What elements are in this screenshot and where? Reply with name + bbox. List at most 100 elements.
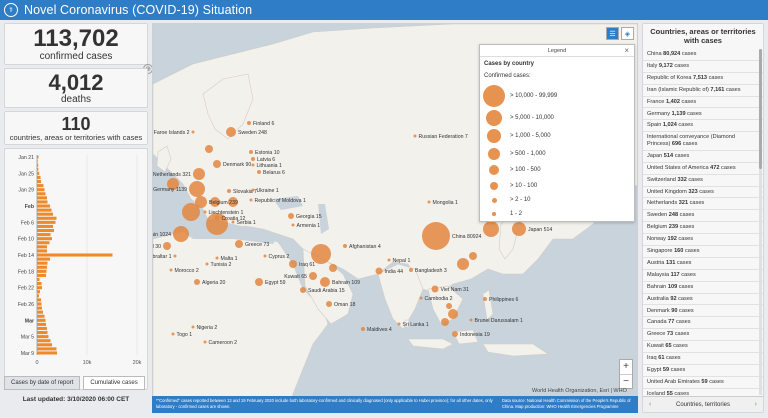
bar-feb-24[interactable] <box>37 294 39 298</box>
bar-feb-8[interactable] <box>37 228 54 233</box>
bubble-mongolia[interactable] <box>427 200 431 204</box>
country-list-item[interactable]: Norway 192 cases <box>643 234 763 246</box>
bar-mar-2[interactable] <box>37 322 46 326</box>
bubble-cyprus[interactable] <box>263 254 267 258</box>
bar-feb-16[interactable] <box>37 261 48 265</box>
bar-feb-20[interactable] <box>37 277 40 282</box>
bar-jan-23[interactable] <box>37 163 39 167</box>
bubble-maldives[interactable] <box>361 327 365 331</box>
bubble-iran[interactable] <box>311 244 331 264</box>
bar-jan-21[interactable] <box>37 155 39 159</box>
bubble-georgia[interactable] <box>288 213 294 219</box>
country-list-item[interactable]: Canada 77 cases <box>643 317 763 330</box>
bar-feb-13[interactable] <box>37 249 47 253</box>
bar-mar-6[interactable] <box>37 339 51 343</box>
bar-mar-1[interactable] <box>37 318 46 322</box>
bubble-denmark[interactable] <box>213 160 221 168</box>
bubble-belarus[interactable] <box>257 170 261 174</box>
bar-feb-10[interactable] <box>37 237 52 241</box>
bubble-latvia[interactable] <box>251 157 255 161</box>
bar-feb-14[interactable] <box>37 253 113 257</box>
bar-feb-1[interactable] <box>37 200 48 204</box>
country-list-item[interactable]: International conveyance (Diamond Prince… <box>643 132 763 151</box>
bubble-belgium[interactable] <box>195 196 207 208</box>
bar-feb-27[interactable] <box>37 306 42 310</box>
bubble-croatia[interactable] <box>214 215 220 221</box>
bar-jan-22[interactable] <box>37 159 38 163</box>
bar-feb-23[interactable] <box>37 290 40 294</box>
bar-feb-28[interactable] <box>37 310 43 314</box>
bubble-tunisia[interactable] <box>205 262 209 266</box>
bubble-greece[interactable] <box>235 240 243 248</box>
bar-feb-3[interactable] <box>37 208 52 212</box>
bubble-nepal[interactable] <box>387 258 391 262</box>
bar-feb-5[interactable] <box>37 216 57 220</box>
country-list-item[interactable]: Belgium 239 cases <box>643 222 763 235</box>
bar-mar-5[interactable] <box>37 335 49 339</box>
country-list-item[interactable]: Iraq 61 cases <box>643 353 763 365</box>
bubble-malta[interactable] <box>215 256 219 260</box>
legend-toggle-icon[interactable]: ☰ <box>606 27 619 40</box>
bubble-slovakia[interactable] <box>227 189 231 193</box>
bubble-finland[interactable] <box>247 121 251 125</box>
bar-feb-29[interactable] <box>37 314 45 318</box>
bar-feb-17[interactable] <box>37 265 47 269</box>
country-list-item[interactable]: Germany 1,139 cases <box>643 108 763 121</box>
bar-jan-24[interactable] <box>37 167 39 171</box>
bar-jan-29[interactable] <box>37 188 45 192</box>
bubble-germany[interactable] <box>189 181 205 197</box>
country-list-item[interactable]: United Arab Emirates 59 cases <box>643 377 763 389</box>
bubble-hong-kong[interactable] <box>457 258 469 270</box>
bar-feb-9[interactable] <box>37 233 51 237</box>
bubble-armenia[interactable] <box>291 223 295 227</box>
bubble-lithuania[interactable] <box>251 163 255 167</box>
country-list-item[interactable]: Sweden 248 cases <box>643 210 763 223</box>
country-list-item[interactable]: Singapore 160 cases <box>643 246 763 258</box>
bar-feb-6[interactable] <box>37 220 56 224</box>
bubble-malaysia[interactable] <box>441 318 449 326</box>
layers-icon[interactable]: ◈ <box>621 27 634 40</box>
bar-mar-4[interactable] <box>37 331 48 335</box>
country-list-item[interactable]: Denmark 90 cases <box>643 305 763 318</box>
country-list-item[interactable]: Italy 9,172 cases <box>643 61 763 73</box>
bar-jan-26[interactable] <box>37 175 41 179</box>
bubble-uae[interactable] <box>329 264 337 272</box>
bubble-thailand[interactable] <box>446 303 452 309</box>
bubble-liechtenstein[interactable] <box>203 210 207 214</box>
bubble-netherlands[interactable] <box>193 168 205 180</box>
bubble-spain[interactable] <box>173 226 189 242</box>
bubble-singapore[interactable] <box>448 309 458 319</box>
bubble-iraq[interactable] <box>289 260 297 268</box>
bubble-republic-of-korea[interactable] <box>483 221 499 237</box>
bar-jan-31[interactable] <box>37 196 47 200</box>
country-list-scrollbar[interactable] <box>759 49 762 395</box>
bubble-faroe-islands[interactable] <box>191 130 195 134</box>
bubble-togo[interactable] <box>171 332 175 336</box>
country-list-item[interactable]: Iceland 55 cases <box>643 389 763 395</box>
bar-feb-4[interactable] <box>37 212 53 216</box>
bubble-russian-federation[interactable] <box>413 134 417 138</box>
bubble-taiwan[interactable] <box>469 252 477 260</box>
country-list-item[interactable]: United Kingdom 323 cases <box>643 187 763 199</box>
country-list-item[interactable]: United States of America 472 cases <box>643 163 763 175</box>
country-list-item[interactable]: Greece 73 cases <box>643 329 763 342</box>
bar-mar-7[interactable] <box>37 343 52 347</box>
country-list-item[interactable]: Malaysia 117 cases <box>643 270 763 282</box>
bubble-cambodia[interactable] <box>419 296 423 300</box>
bubble-estonia[interactable] <box>249 150 253 154</box>
bubble-bangladesh[interactable] <box>409 268 413 272</box>
country-list-item[interactable]: Australia 92 cases <box>643 294 763 306</box>
country-list-item[interactable]: Republic of Korea 7,513 cases <box>643 73 763 85</box>
bubble-viet-nam[interactable] <box>431 285 439 293</box>
country-list-item[interactable]: China 80,924 cases <box>643 49 763 61</box>
bar-jan-28[interactable] <box>37 184 44 188</box>
bubble-egypt[interactable] <box>255 278 263 286</box>
bubble-republic-of-moldova[interactable] <box>249 198 253 202</box>
tab-cases-by-date[interactable]: Cases by date of report <box>4 376 81 390</box>
bubble-japan[interactable] <box>512 222 526 236</box>
bubble-philippines[interactable] <box>483 297 487 301</box>
country-list-item[interactable]: Japan 514 cases <box>643 151 763 163</box>
close-icon[interactable]: × <box>624 45 629 57</box>
bar-feb-2[interactable] <box>37 204 50 208</box>
bubble-indonesia[interactable] <box>452 331 458 337</box>
